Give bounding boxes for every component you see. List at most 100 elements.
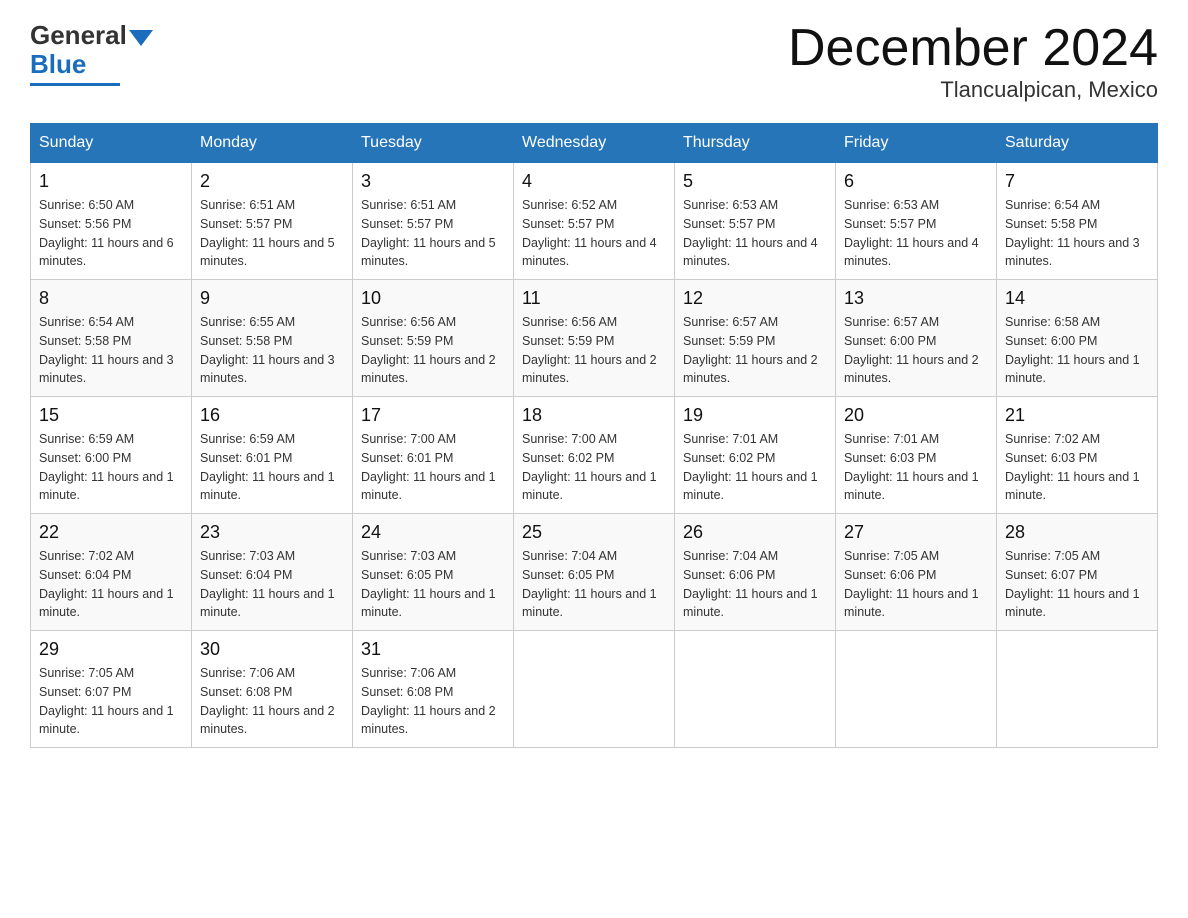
calendar-cell: 6 Sunrise: 6:53 AMSunset: 5:57 PMDayligh… — [836, 163, 997, 280]
day-number: 2 — [200, 171, 344, 192]
calendar-cell — [514, 631, 675, 748]
day-number: 25 — [522, 522, 666, 543]
day-info: Sunrise: 6:57 AMSunset: 6:00 PMDaylight:… — [844, 313, 988, 388]
day-info: Sunrise: 7:03 AMSunset: 6:04 PMDaylight:… — [200, 547, 344, 622]
calendar-cell: 10 Sunrise: 6:56 AMSunset: 5:59 PMDaylig… — [353, 280, 514, 397]
day-number: 6 — [844, 171, 988, 192]
weekday-header-sunday: Sunday — [31, 124, 192, 163]
day-info: Sunrise: 7:00 AMSunset: 6:01 PMDaylight:… — [361, 430, 505, 505]
day-number: 23 — [200, 522, 344, 543]
day-info: Sunrise: 7:00 AMSunset: 6:02 PMDaylight:… — [522, 430, 666, 505]
day-number: 12 — [683, 288, 827, 309]
calendar-cell: 19 Sunrise: 7:01 AMSunset: 6:02 PMDaylig… — [675, 397, 836, 514]
logo: General Blue — [30, 20, 153, 86]
day-info: Sunrise: 7:05 AMSunset: 6:07 PMDaylight:… — [1005, 547, 1149, 622]
day-info: Sunrise: 7:04 AMSunset: 6:05 PMDaylight:… — [522, 547, 666, 622]
calendar-subtitle: Tlancualpican, Mexico — [788, 77, 1158, 103]
day-number: 27 — [844, 522, 988, 543]
day-number: 7 — [1005, 171, 1149, 192]
day-info: Sunrise: 6:51 AMSunset: 5:57 PMDaylight:… — [361, 196, 505, 271]
calendar-cell — [836, 631, 997, 748]
day-info: Sunrise: 6:59 AMSunset: 6:01 PMDaylight:… — [200, 430, 344, 505]
day-number: 16 — [200, 405, 344, 426]
day-number: 22 — [39, 522, 183, 543]
weekday-header-thursday: Thursday — [675, 124, 836, 163]
day-number: 13 — [844, 288, 988, 309]
day-info: Sunrise: 6:57 AMSunset: 5:59 PMDaylight:… — [683, 313, 827, 388]
day-info: Sunrise: 7:04 AMSunset: 6:06 PMDaylight:… — [683, 547, 827, 622]
day-info: Sunrise: 6:59 AMSunset: 6:00 PMDaylight:… — [39, 430, 183, 505]
day-info: Sunrise: 7:01 AMSunset: 6:02 PMDaylight:… — [683, 430, 827, 505]
calendar-cell: 12 Sunrise: 6:57 AMSunset: 5:59 PMDaylig… — [675, 280, 836, 397]
calendar-cell: 14 Sunrise: 6:58 AMSunset: 6:00 PMDaylig… — [997, 280, 1158, 397]
calendar-cell: 28 Sunrise: 7:05 AMSunset: 6:07 PMDaylig… — [997, 514, 1158, 631]
calendar-table: SundayMondayTuesdayWednesdayThursdayFrid… — [30, 123, 1158, 748]
calendar-cell: 18 Sunrise: 7:00 AMSunset: 6:02 PMDaylig… — [514, 397, 675, 514]
day-number: 11 — [522, 288, 666, 309]
day-info: Sunrise: 6:55 AMSunset: 5:58 PMDaylight:… — [200, 313, 344, 388]
calendar-cell: 30 Sunrise: 7:06 AMSunset: 6:08 PMDaylig… — [192, 631, 353, 748]
day-info: Sunrise: 7:02 AMSunset: 6:03 PMDaylight:… — [1005, 430, 1149, 505]
day-number: 1 — [39, 171, 183, 192]
weekday-header-row: SundayMondayTuesdayWednesdayThursdayFrid… — [31, 124, 1158, 163]
day-number: 26 — [683, 522, 827, 543]
week-row-1: 1 Sunrise: 6:50 AMSunset: 5:56 PMDayligh… — [31, 163, 1158, 280]
day-info: Sunrise: 7:02 AMSunset: 6:04 PMDaylight:… — [39, 547, 183, 622]
day-number: 29 — [39, 639, 183, 660]
calendar-cell: 20 Sunrise: 7:01 AMSunset: 6:03 PMDaylig… — [836, 397, 997, 514]
day-info: Sunrise: 6:52 AMSunset: 5:57 PMDaylight:… — [522, 196, 666, 271]
calendar-cell — [997, 631, 1158, 748]
day-info: Sunrise: 6:54 AMSunset: 5:58 PMDaylight:… — [1005, 196, 1149, 271]
logo-general-text: General — [30, 20, 127, 51]
page-header: General Blue December 2024 Tlancualpican… — [30, 20, 1158, 103]
logo-underline — [30, 83, 120, 86]
calendar-cell: 17 Sunrise: 7:00 AMSunset: 6:01 PMDaylig… — [353, 397, 514, 514]
day-info: Sunrise: 7:06 AMSunset: 6:08 PMDaylight:… — [361, 664, 505, 739]
calendar-cell: 16 Sunrise: 6:59 AMSunset: 6:01 PMDaylig… — [192, 397, 353, 514]
calendar-cell: 5 Sunrise: 6:53 AMSunset: 5:57 PMDayligh… — [675, 163, 836, 280]
logo-blue-text: Blue — [30, 49, 86, 80]
calendar-cell: 13 Sunrise: 6:57 AMSunset: 6:00 PMDaylig… — [836, 280, 997, 397]
day-info: Sunrise: 6:56 AMSunset: 5:59 PMDaylight:… — [522, 313, 666, 388]
day-number: 14 — [1005, 288, 1149, 309]
calendar-cell: 26 Sunrise: 7:04 AMSunset: 6:06 PMDaylig… — [675, 514, 836, 631]
day-number: 20 — [844, 405, 988, 426]
day-number: 31 — [361, 639, 505, 660]
calendar-cell: 1 Sunrise: 6:50 AMSunset: 5:56 PMDayligh… — [31, 163, 192, 280]
calendar-cell: 9 Sunrise: 6:55 AMSunset: 5:58 PMDayligh… — [192, 280, 353, 397]
day-info: Sunrise: 6:53 AMSunset: 5:57 PMDaylight:… — [844, 196, 988, 271]
calendar-cell: 3 Sunrise: 6:51 AMSunset: 5:57 PMDayligh… — [353, 163, 514, 280]
week-row-4: 22 Sunrise: 7:02 AMSunset: 6:04 PMDaylig… — [31, 514, 1158, 631]
day-number: 17 — [361, 405, 505, 426]
day-info: Sunrise: 7:01 AMSunset: 6:03 PMDaylight:… — [844, 430, 988, 505]
calendar-cell: 21 Sunrise: 7:02 AMSunset: 6:03 PMDaylig… — [997, 397, 1158, 514]
weekday-header-monday: Monday — [192, 124, 353, 163]
calendar-cell: 23 Sunrise: 7:03 AMSunset: 6:04 PMDaylig… — [192, 514, 353, 631]
day-number: 24 — [361, 522, 505, 543]
calendar-cell: 8 Sunrise: 6:54 AMSunset: 5:58 PMDayligh… — [31, 280, 192, 397]
calendar-cell: 11 Sunrise: 6:56 AMSunset: 5:59 PMDaylig… — [514, 280, 675, 397]
day-info: Sunrise: 6:51 AMSunset: 5:57 PMDaylight:… — [200, 196, 344, 271]
logo-chevron-icon — [129, 30, 153, 46]
day-number: 15 — [39, 405, 183, 426]
day-number: 10 — [361, 288, 505, 309]
week-row-3: 15 Sunrise: 6:59 AMSunset: 6:00 PMDaylig… — [31, 397, 1158, 514]
calendar-cell: 4 Sunrise: 6:52 AMSunset: 5:57 PMDayligh… — [514, 163, 675, 280]
calendar-cell: 25 Sunrise: 7:04 AMSunset: 6:05 PMDaylig… — [514, 514, 675, 631]
day-info: Sunrise: 6:58 AMSunset: 6:00 PMDaylight:… — [1005, 313, 1149, 388]
day-number: 30 — [200, 639, 344, 660]
day-number: 18 — [522, 405, 666, 426]
day-info: Sunrise: 6:50 AMSunset: 5:56 PMDaylight:… — [39, 196, 183, 271]
day-number: 3 — [361, 171, 505, 192]
calendar-cell: 2 Sunrise: 6:51 AMSunset: 5:57 PMDayligh… — [192, 163, 353, 280]
calendar-cell: 31 Sunrise: 7:06 AMSunset: 6:08 PMDaylig… — [353, 631, 514, 748]
calendar-title: December 2024 — [788, 20, 1158, 77]
week-row-2: 8 Sunrise: 6:54 AMSunset: 5:58 PMDayligh… — [31, 280, 1158, 397]
week-row-5: 29 Sunrise: 7:05 AMSunset: 6:07 PMDaylig… — [31, 631, 1158, 748]
day-info: Sunrise: 6:56 AMSunset: 5:59 PMDaylight:… — [361, 313, 505, 388]
day-info: Sunrise: 6:53 AMSunset: 5:57 PMDaylight:… — [683, 196, 827, 271]
day-info: Sunrise: 7:05 AMSunset: 6:07 PMDaylight:… — [39, 664, 183, 739]
calendar-cell: 27 Sunrise: 7:05 AMSunset: 6:06 PMDaylig… — [836, 514, 997, 631]
calendar-cell: 15 Sunrise: 6:59 AMSunset: 6:00 PMDaylig… — [31, 397, 192, 514]
title-block: December 2024 Tlancualpican, Mexico — [788, 20, 1158, 103]
